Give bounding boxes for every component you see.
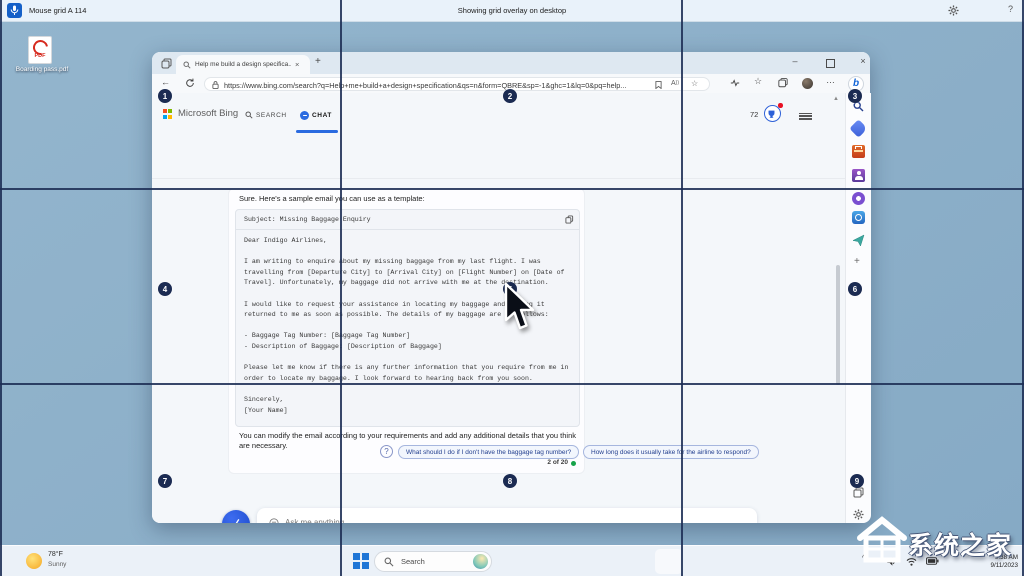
collections-icon[interactable] [778, 78, 788, 88]
grid-cell-6[interactable]: 6 [848, 282, 862, 296]
chat-tab-underline [296, 130, 338, 133]
back-button[interactable]: ← [161, 77, 170, 87]
bookmark-flag-icon[interactable] [655, 81, 662, 89]
tab-actions-icon[interactable] [161, 58, 172, 69]
profile-avatar[interactable] [802, 78, 813, 89]
tab-chat[interactable]: CHAT [300, 111, 332, 120]
taskbar-search-icon [384, 557, 394, 567]
code-header-divider [236, 229, 579, 230]
hamburger-menu-icon[interactable] [799, 111, 812, 121]
suggestion-chip[interactable]: What should I do if I don't have the bag… [398, 445, 579, 459]
help-icon[interactable]: ? [1008, 4, 1013, 14]
grid-line-vertical [0, 0, 2, 576]
weather-sun-icon[interactable] [26, 553, 42, 569]
grid-cell-7[interactable]: 7 [158, 474, 172, 488]
lock-icon [212, 81, 219, 89]
answer-pager: 2 of 20 [547, 459, 568, 466]
rewards-points: 72 [750, 110, 758, 119]
weather-condition: Sunny [48, 561, 66, 568]
sidebar-add-icon[interactable]: + [854, 256, 860, 267]
taskbar-search-placeholder: Search [401, 557, 425, 566]
new-tab-button[interactable]: + [315, 56, 321, 67]
rewards-trophy-icon[interactable] [764, 105, 781, 122]
search-icon [245, 111, 253, 119]
microphone-button[interactable] [7, 3, 22, 18]
sidebar-people-icon[interactable] [852, 169, 865, 182]
voice-access-bar: Mouse grid A 114 Showing grid overlay on… [0, 0, 1024, 22]
answer-intro: Sure. Here's a sample email you can use … [239, 194, 425, 204]
grid-line-horizontal [0, 188, 1024, 190]
bing-brand[interactable]: Microsoft Bing [178, 108, 238, 119]
weather-temperature[interactable]: 78°F [48, 551, 63, 558]
status-green-dot [571, 461, 576, 466]
url-text: https://www.bing.com/search?q=Help+me+bu… [224, 81, 648, 90]
grid-line-vertical [681, 0, 683, 576]
add-favorite-star-icon[interactable]: ☆ [754, 76, 762, 87]
screen: PDF Boarding pass.pdf Mouse grid A 114 S… [0, 0, 1024, 576]
voice-access-status: Showing grid overlay on desktop [458, 6, 566, 15]
tab-strip: Help me build a design specifica... × + … [152, 52, 870, 74]
watermark-house-icon [856, 514, 908, 564]
grid-cell-1[interactable]: 1 [158, 89, 172, 103]
watermark-text: 系统之家 [908, 526, 1012, 562]
browser-essentials-icon[interactable] [730, 78, 740, 88]
grid-line-vertical [340, 0, 342, 576]
broom-icon [230, 518, 243, 524]
taskbar-search-box[interactable]: Search [374, 551, 492, 572]
grid-cell-8[interactable]: 8 [503, 474, 517, 488]
address-bar[interactable]: https://www.bing.com/search?q=Help+me+bu… [204, 77, 710, 91]
gear-icon[interactable] [948, 5, 959, 16]
voice-access-title: Mouse grid A 114 [29, 6, 86, 15]
sidebar-shopping-icon[interactable] [849, 119, 867, 137]
favorites-star-icon[interactable]: ☆ [691, 79, 698, 88]
sidebar-customize-icon[interactable] [853, 487, 864, 498]
new-topic-button[interactable] [222, 510, 250, 523]
tab-favicon-search-icon [183, 61, 191, 69]
code-block-header: Subject: Missing Baggage Enquiry [244, 215, 371, 226]
more-menu-icon[interactable]: … [826, 75, 836, 85]
ask-bubble-icon [269, 518, 279, 523]
microphone-icon [10, 5, 19, 16]
desktop-pdf-shortcut[interactable]: PDF Boarding pass.pdf [14, 36, 70, 84]
tab-title: Help me build a design specifica... [195, 61, 291, 68]
bing-chat-page: Microsoft Bing SEARCH CHAT 72 [152, 93, 845, 523]
browser-tab[interactable]: Help me build a design specifica... × [176, 55, 310, 74]
pdf-file-icon: PDF [28, 36, 52, 64]
sidebar-send-icon[interactable] [852, 234, 865, 247]
window-close-button[interactable]: × [857, 56, 869, 66]
notification-dot [778, 103, 783, 108]
tab-search[interactable]: SEARCH [245, 111, 287, 119]
grid-cell-4[interactable]: 4 [158, 282, 172, 296]
grid-line-horizontal [0, 383, 1024, 385]
edge-sidebar: + [845, 93, 871, 523]
sidebar-tools-icon[interactable] [852, 145, 865, 158]
copy-icon[interactable] [565, 215, 574, 224]
read-aloud-icon[interactable]: A)) [671, 80, 679, 87]
suggestion-chip[interactable]: How long does it usually take for the ai… [583, 445, 759, 459]
start-button[interactable] [353, 553, 369, 569]
grid-cell-9[interactable]: 9 [850, 474, 864, 488]
grid-cell-2[interactable]: 2 [503, 89, 517, 103]
minimize-button[interactable]: – [789, 56, 801, 66]
page-scrollbar-thumb[interactable] [836, 265, 840, 385]
active-app-highlight [655, 549, 683, 574]
sidebar-image-creator-icon[interactable] [852, 211, 865, 224]
header-divider [152, 178, 845, 179]
chat-bubble-icon [300, 111, 309, 120]
mouse-cursor [503, 282, 539, 332]
sidebar-games-icon[interactable] [852, 192, 865, 205]
pdf-badge: PDF [29, 53, 51, 59]
tab-close-icon[interactable]: × [295, 60, 299, 69]
maximize-button[interactable] [826, 59, 835, 68]
scroll-up-arrow-icon[interactable]: ▲ [833, 96, 839, 102]
pdf-file-label: Boarding pass.pdf [14, 66, 70, 74]
microsoft-logo-icon [163, 109, 173, 119]
refresh-icon[interactable] [185, 78, 195, 88]
tray-date: 9/11/2023 [990, 562, 1018, 570]
question-mark-icon: ? [380, 445, 393, 458]
search-highlights-icon [473, 554, 488, 569]
grid-cell-3[interactable]: 3 [848, 89, 862, 103]
